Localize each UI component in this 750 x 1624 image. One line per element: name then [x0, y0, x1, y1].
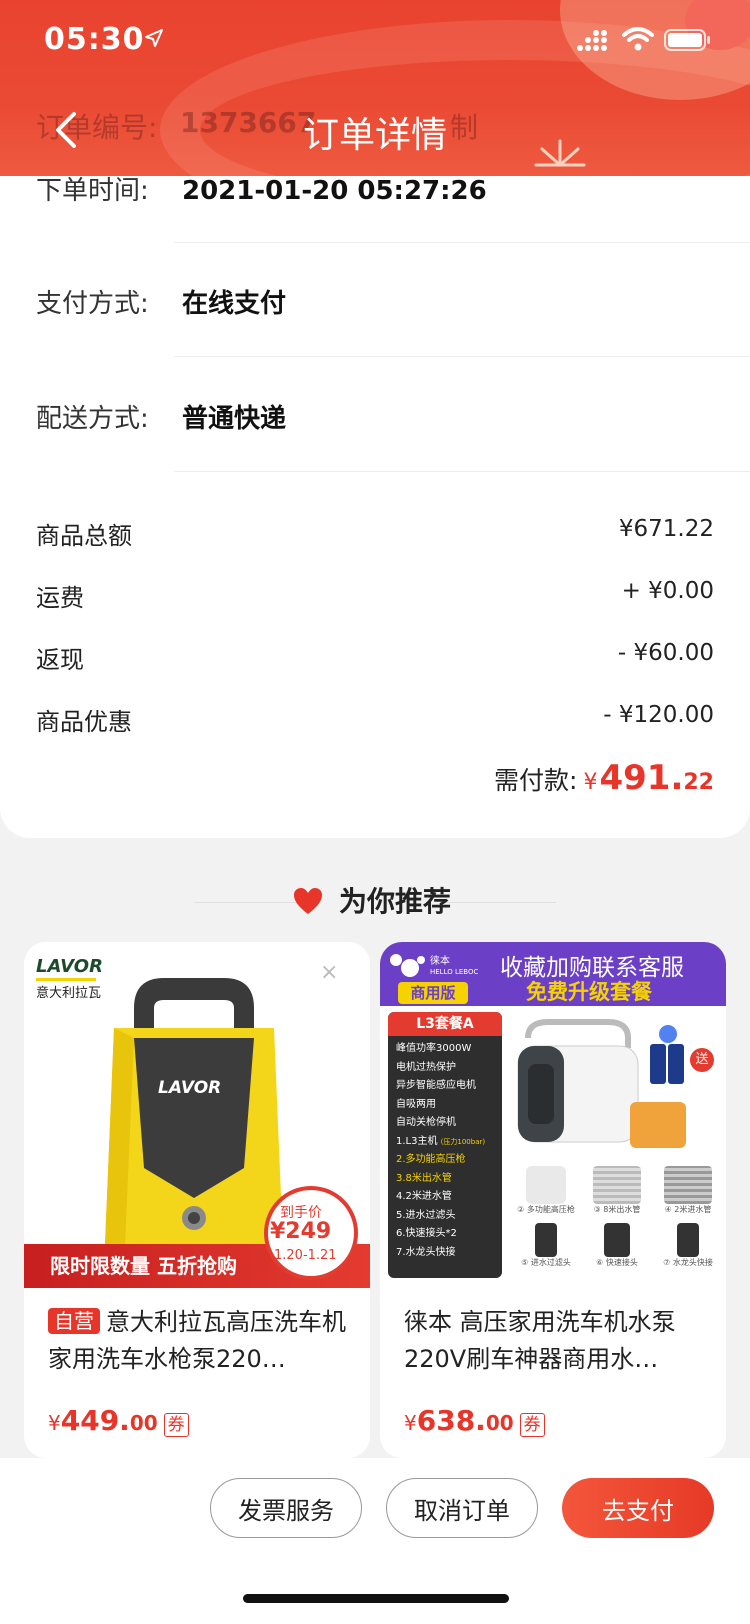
- package-item: 自吸两用: [396, 1098, 436, 1110]
- package-item-note: (压力100bar): [440, 1137, 486, 1146]
- self-operated-tag: 自营: [48, 1308, 100, 1334]
- status-time: 05:30: [44, 22, 145, 57]
- pay-now-button[interactable]: 去支付: [562, 1478, 714, 1538]
- cashback-row: 返现 - ¥60.00: [36, 640, 714, 675]
- package-item: 2.多功能高压枪: [396, 1154, 466, 1165]
- price-decimal: 00: [485, 1411, 514, 1435]
- divider: [174, 242, 750, 243]
- promo-subheadline: 免费升级套餐: [526, 980, 652, 1004]
- shipping-row: 运费 + ¥0.00: [36, 578, 714, 613]
- price-decimal: 00: [129, 1411, 158, 1435]
- product-price: ¥ 638. 00 券: [404, 1404, 545, 1437]
- close-icon[interactable]: ×: [320, 960, 338, 985]
- discount-row: 商品优惠 - ¥120.00: [36, 702, 714, 737]
- amount-due-label: 需付款:: [494, 766, 578, 795]
- washer-logo: LAVOR: [158, 1078, 222, 1098]
- discount-label: 商品优惠: [36, 708, 132, 736]
- price-currency: ¥: [404, 1411, 417, 1435]
- order-time-value: 2021-01-20 05:27:26: [182, 176, 487, 206]
- product-card[interactable]: 徕本 HELLO LEBOC 商用版 收藏加购联系客服 免费升级套餐 L3套餐A…: [380, 942, 726, 1458]
- coupon-badge: 券: [163, 1413, 189, 1437]
- package-list: 峰值功率3000W 电机过热保护 异步智能感应电机 自吸两用 自动关枪停机 1.…: [396, 1040, 485, 1262]
- package-item: 5.进水过滤头: [396, 1209, 456, 1221]
- signal-icon: [577, 30, 607, 51]
- bottom-action-bar: 发票服务 取消订单 去支付: [0, 1458, 750, 1624]
- package-item: 4.2米进水管: [396, 1191, 452, 1202]
- accessory-caption: ② 多功能高压枪: [517, 1205, 575, 1214]
- divider: [174, 356, 750, 357]
- accessories-illustration: [650, 1025, 684, 1084]
- battery-icon: [664, 29, 710, 51]
- goods-total-label: 商品总额: [36, 522, 132, 550]
- product-name[interactable]: 自营 意大利拉瓦高压洗车机家用洗车水枪泵220…: [48, 1304, 348, 1378]
- accessory-caption: ③ 8米出水管: [593, 1205, 641, 1214]
- washer-illustration: [517, 1019, 639, 1143]
- product-image[interactable]: 徕本 HELLO LEBOC 商用版 收藏加购联系客服 免费升级套餐 L3套餐A…: [380, 942, 726, 1288]
- package-item: 电机过热保护: [396, 1061, 456, 1073]
- goods-total-value: ¥671.22: [618, 516, 714, 542]
- accessory-grid: ② 多功能高压枪 ③ 8米出水管 ④ 2米进水管 ⑤ 进水过滤头 ⑥ 快速接头 …: [512, 1166, 722, 1268]
- invoice-service-button[interactable]: 发票服务: [210, 1478, 362, 1538]
- brand-logo-cn: 徕本: [430, 956, 450, 967]
- home-indicator[interactable]: [243, 1594, 509, 1603]
- package-item: 异步智能感应电机: [396, 1080, 476, 1091]
- page-title: 订单详情: [302, 115, 447, 156]
- cashback-label: 返现: [36, 646, 84, 674]
- brand-logo-icon: [390, 954, 425, 977]
- discount-value: - ¥120.00: [603, 702, 714, 728]
- goods-total-row: 商品总额 ¥671.22: [36, 516, 714, 551]
- amount-due-decimal: 22: [683, 770, 714, 795]
- divider: [174, 471, 750, 472]
- amount-due: 需付款: ¥ 491. 22: [494, 758, 714, 798]
- product-image[interactable]: LAVOR 意大利拉瓦 × LAVOR 限时限数量 五折抢购 到手价 ¥249 …: [24, 942, 370, 1288]
- promo-banner: 限时限数量 五折抢购: [50, 1254, 237, 1278]
- price-currency: ¥: [48, 1411, 61, 1435]
- accessory-caption: ⑤ 进水过滤头: [521, 1258, 571, 1267]
- coupon-badge: 券: [519, 1413, 545, 1437]
- amount-due-integer: 491.: [599, 758, 684, 798]
- delivery-method-row: 配送方式: 普通快递: [36, 398, 286, 435]
- accessory-caption: ④ 2米进水管: [664, 1205, 712, 1214]
- brand-logo: LAVOR: [36, 956, 103, 977]
- brand-logo-bar: [36, 978, 96, 981]
- product-name[interactable]: 徕本 高压家用洗车机水泵220V刷车神器商用水…: [404, 1304, 704, 1378]
- badge-date: 1.20-1.21: [274, 1248, 337, 1263]
- status-bar: 05:30: [0, 0, 750, 80]
- package-item: 7.水龙头快接: [396, 1246, 456, 1258]
- payment-method-label: 支付方式:: [36, 289, 149, 319]
- brand-logo-en: HELLO LEBOC: [430, 968, 479, 976]
- edition-badge: 商用版: [398, 982, 468, 1004]
- cancel-order-button[interactable]: 取消订单: [386, 1478, 538, 1538]
- package-item-text: 1.L3主机: [396, 1135, 438, 1147]
- shipping-label: 运费: [36, 584, 84, 612]
- price-integer: 638.: [416, 1404, 486, 1437]
- package-item: 3.8米出水管: [396, 1172, 452, 1184]
- payment-method-value: 在线支付: [182, 289, 287, 319]
- sponge-illustration: [630, 1102, 686, 1148]
- accessory-caption: ⑦ 水龙头快接: [663, 1258, 713, 1267]
- package-item: 峰值功率3000W: [396, 1043, 472, 1054]
- package-item: 自动关枪停机: [396, 1117, 456, 1128]
- product-price: ¥ 449. 00 券: [48, 1404, 189, 1437]
- brand-logo-cn: 意大利拉瓦: [36, 986, 102, 1001]
- payment-method-row: 支付方式: 在线支付: [36, 283, 286, 320]
- amount-due-currency: ¥: [583, 770, 598, 795]
- price-integer: 449.: [60, 1404, 130, 1437]
- accessory-caption: ⑥ 快速接头: [596, 1258, 638, 1267]
- recommend-title: 为你推荐: [338, 885, 451, 918]
- delivery-method-label: 配送方式:: [36, 404, 149, 434]
- shipping-value: + ¥0.00: [621, 578, 714, 604]
- wifi-icon: [622, 27, 654, 51]
- location-arrow-icon: [145, 29, 163, 47]
- package-item: 1.L3主机 (压力100bar): [396, 1133, 485, 1152]
- product-card[interactable]: LAVOR 意大利拉瓦 × LAVOR 限时限数量 五折抢购 到手价 ¥249 …: [24, 942, 370, 1458]
- gift-badge: 送: [690, 1048, 714, 1072]
- delivery-method-value: 普通快递: [182, 404, 287, 434]
- cashback-value: - ¥60.00: [617, 640, 714, 666]
- package-item: 6.快速接头*2: [396, 1228, 457, 1239]
- package-title: L3套餐A: [388, 1012, 502, 1036]
- badge-price: ¥249: [270, 1219, 332, 1244]
